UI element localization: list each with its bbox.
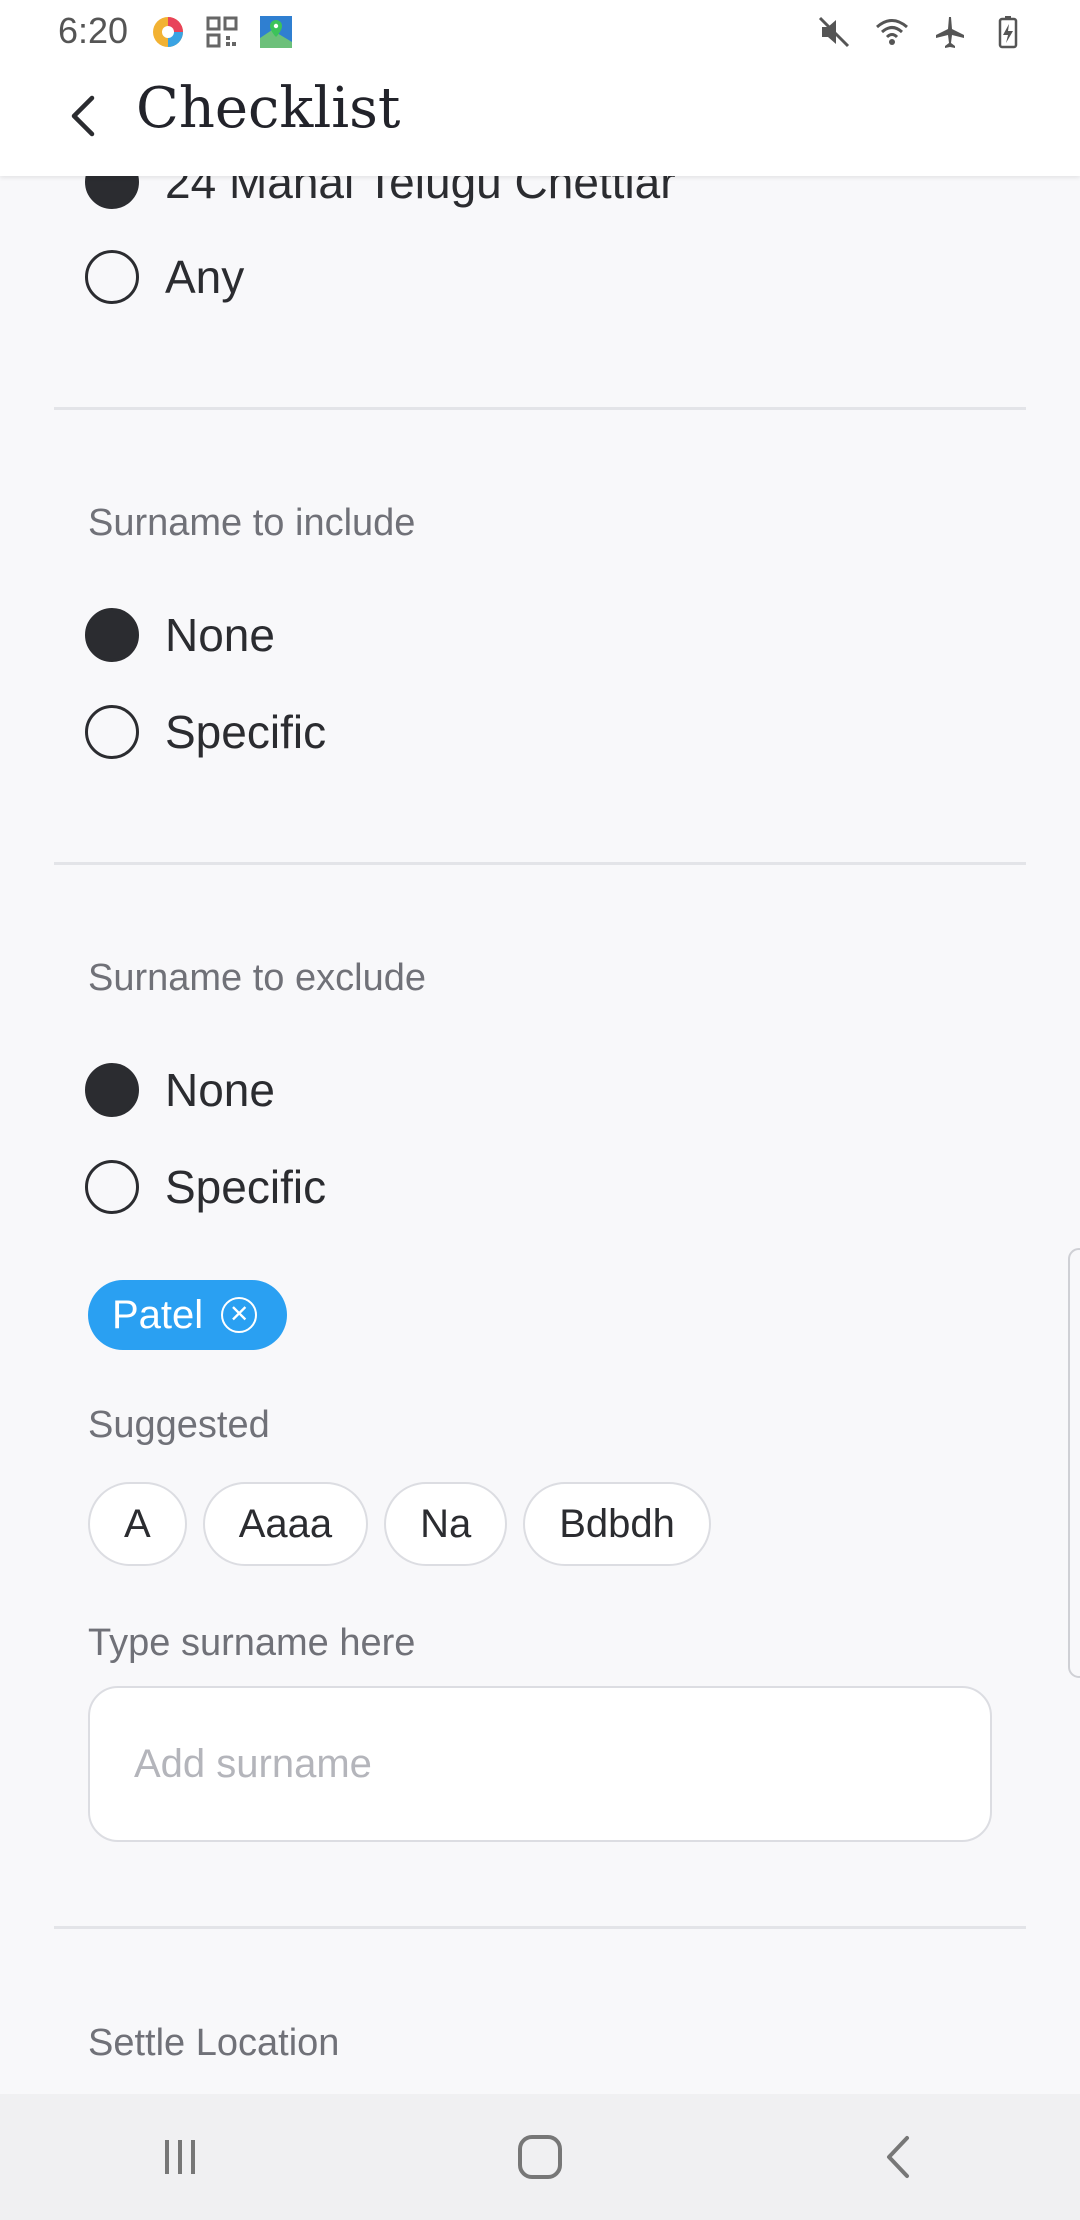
- app-bar: Checklist: [0, 64, 1080, 176]
- surname-input[interactable]: [88, 1686, 992, 1842]
- recent-apps-icon: [165, 2140, 195, 2174]
- section-divider: [54, 1926, 1026, 1929]
- radio-button-checked[interactable]: [85, 1063, 139, 1117]
- radio-label: None: [165, 609, 275, 661]
- section-divider: [54, 862, 1026, 865]
- close-icon[interactable]: ✕: [221, 1297, 258, 1333]
- home-button[interactable]: [495, 2112, 585, 2202]
- radio-button[interactable]: [85, 1160, 139, 1214]
- nav-back-button[interactable]: [855, 2112, 945, 2202]
- maps-icon: [260, 16, 292, 48]
- radio-button[interactable]: [85, 705, 139, 759]
- home-icon: [518, 2135, 562, 2179]
- radio-option-exclude-specific[interactable]: Specific: [85, 1157, 326, 1217]
- wifi-icon: [876, 19, 908, 45]
- system-nav-bar: [0, 2094, 1080, 2220]
- status-time: 6:20: [58, 10, 129, 51]
- radio-button[interactable]: [85, 250, 139, 304]
- back-icon: [887, 2136, 909, 2178]
- suggested-chip[interactable]: A: [88, 1482, 187, 1566]
- scroll-handle[interactable]: [1068, 1248, 1080, 1678]
- suggested-label: Suggested: [88, 1404, 270, 1446]
- radio-option-include-specific[interactable]: Specific: [85, 702, 326, 762]
- suggested-chips: A Aaaa Na Bdbdh: [88, 1482, 711, 1566]
- radio-button-checked[interactable]: [85, 608, 139, 662]
- mute-icon: [818, 16, 850, 48]
- radio-option-any[interactable]: Any: [85, 247, 244, 307]
- qr-code-icon: [206, 16, 238, 48]
- status-bar: 6:20: [0, 0, 1080, 64]
- suggested-chip[interactable]: Aaaa: [202, 1482, 369, 1566]
- suggested-chip[interactable]: Na: [384, 1482, 508, 1566]
- recent-apps-button[interactable]: [135, 2112, 225, 2202]
- suggested-chip[interactable]: Bdbdh: [523, 1482, 711, 1566]
- back-button[interactable]: [60, 86, 110, 146]
- input-label: Type surname here: [88, 1622, 416, 1664]
- section-divider: [54, 407, 1026, 410]
- section-title-surname-exclude: Surname to exclude: [88, 957, 426, 999]
- radio-label: Specific: [165, 706, 327, 758]
- app-circle-icon: [153, 17, 183, 47]
- battery-icon: [998, 16, 1018, 49]
- radio-label: None: [165, 1064, 275, 1116]
- page-title: Checklist: [136, 76, 401, 141]
- radio-label: Specific: [165, 1161, 327, 1213]
- radio-option-include-none[interactable]: None: [85, 605, 275, 665]
- chip-label: Patel: [112, 1292, 204, 1337]
- back-arrow-icon: [71, 95, 95, 137]
- section-title-surname-include: Surname to include: [88, 502, 416, 544]
- section-title-settle-location: Settle Location: [88, 2022, 340, 2064]
- selected-surname-chip[interactable]: Patel ✕: [88, 1280, 288, 1350]
- airplane-icon: [936, 17, 964, 48]
- radio-label: Any: [165, 251, 245, 303]
- radio-option-exclude-none[interactable]: None: [85, 1060, 275, 1120]
